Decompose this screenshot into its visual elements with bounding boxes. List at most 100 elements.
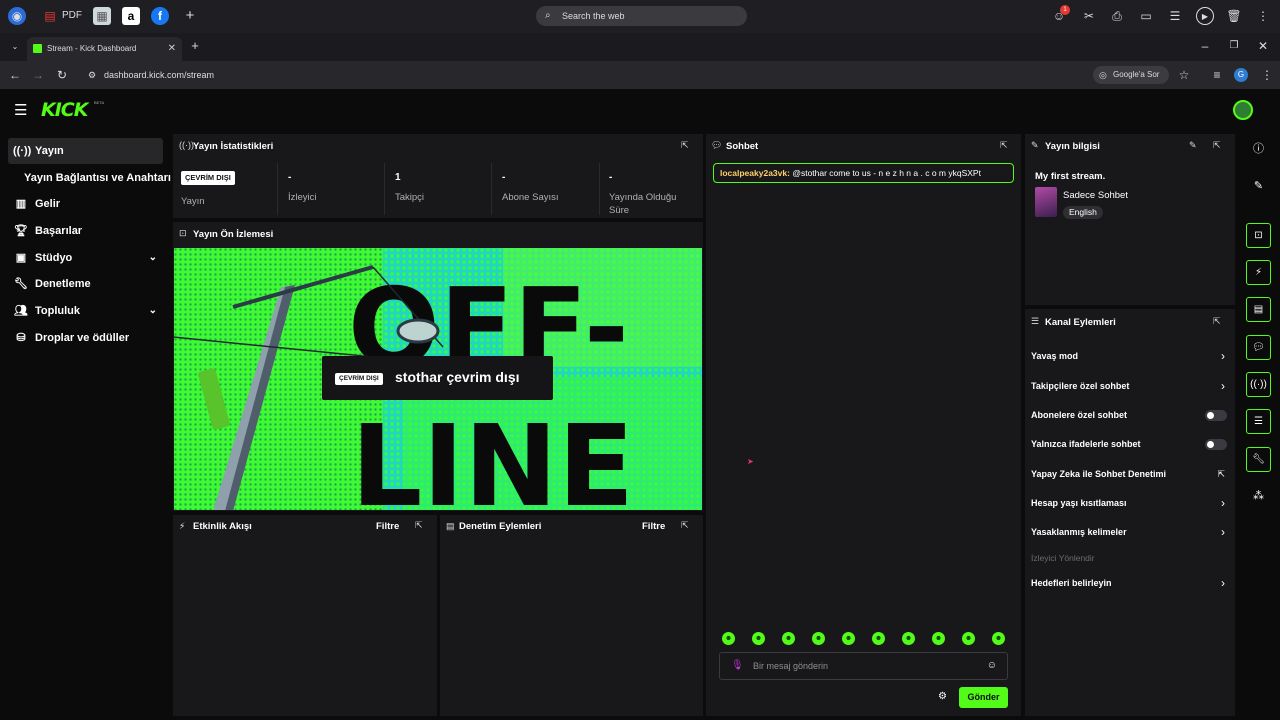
user-avatar[interactable] xyxy=(1233,100,1253,120)
url-field[interactable]: dashboard.kick.com/stream xyxy=(104,61,214,89)
kick-logo[interactable]: KICK xyxy=(41,99,88,121)
send-button[interactable]: Gönder xyxy=(959,687,1008,708)
pdf-label[interactable]: PDF xyxy=(62,10,82,21)
account-age-row[interactable]: Hesap yaşı kısıtlaması › xyxy=(1031,493,1229,513)
microphone-icon[interactable]: 🎙︎ xyxy=(731,653,744,679)
edit-icon[interactable]: ✎ xyxy=(1189,140,1197,151)
popout-icon[interactable]: ⇱ xyxy=(1213,140,1221,151)
emote-icon[interactable]: ☻ xyxy=(752,632,765,645)
banned-words-row[interactable]: Yasaklanmış kelimeler › xyxy=(1031,522,1229,542)
wrench-icon: 🔧︎ xyxy=(14,278,28,290)
sidebar-item-stream-key[interactable]: Yayın Bağlantısı ve Anahtarı xyxy=(8,165,178,191)
hamburger-menu-icon[interactable]: ☰ xyxy=(14,101,27,119)
notes-icon[interactable]: ☰ xyxy=(1166,7,1184,25)
sidebar-item-label: Stüdyo xyxy=(35,252,73,264)
facebook-icon[interactable]: f xyxy=(151,7,169,25)
language-tag: English xyxy=(1063,206,1103,219)
window-icon[interactable]: ▦ xyxy=(93,7,111,25)
screen-record-icon[interactable]: ▭ xyxy=(1137,7,1155,25)
plus-icon[interactable]: + xyxy=(181,7,199,25)
tools-widget-icon[interactable]: 🔧︎ xyxy=(1246,447,1271,472)
ai-moderation-row[interactable]: Yapay Zeka ile Sohbet Denetimi ⇱ xyxy=(1031,464,1229,484)
app-circle-icon[interactable]: ◉ xyxy=(8,7,26,25)
print-icon[interactable]: ⎙ xyxy=(1108,7,1126,25)
chevron-right-icon: › xyxy=(1221,379,1225,393)
ask-google-button[interactable]: ◎ Google'a Sor xyxy=(1093,66,1169,84)
minimize-icon[interactable]: – xyxy=(1196,37,1214,55)
popout-icon[interactable]: ⇱ xyxy=(1213,316,1221,327)
activity-widget-icon[interactable]: ⚡︎ xyxy=(1246,260,1271,285)
sidebar-item-yayin[interactable]: ((·)) Yayın xyxy=(8,138,163,164)
sidebar-item-basarilar[interactable]: 🏆︎ Başarılar xyxy=(8,218,163,244)
moderation-widget-icon[interactable]: ▤ xyxy=(1246,297,1271,322)
site-settings-icon[interactable]: ⚙ xyxy=(83,66,101,84)
chat-widget-icon[interactable]: 💬︎ xyxy=(1246,335,1271,360)
viewers-label: İzleyici xyxy=(288,192,317,203)
tab-list-icon[interactable]: ⌄ xyxy=(6,38,24,56)
category-name[interactable]: Sadece Sohbet xyxy=(1063,190,1128,201)
popout-icon[interactable]: ⇱ xyxy=(1000,140,1008,151)
browser-menu-icon[interactable]: ⋮ xyxy=(1258,66,1276,84)
emoji-icon[interactable]: ☺ xyxy=(987,653,997,679)
maximize-icon[interactable]: ❐ xyxy=(1225,37,1243,55)
tab-close-icon[interactable]: ✕ xyxy=(168,37,176,61)
play-icon[interactable]: ▶ xyxy=(1196,7,1214,25)
chat-message[interactable]: localpeaky2a3vk: @stothar come to us - n… xyxy=(713,163,1014,183)
sidebar-item-label: Topluluk xyxy=(35,305,81,317)
sidebar-item-studyo[interactable]: ▣ Stüdyo ⌄ xyxy=(8,245,163,271)
emote-icon[interactable]: ☻ xyxy=(722,632,735,645)
more-widgets-icon[interactable]: ⁂ xyxy=(1246,484,1271,509)
pencil-icon[interactable]: ✎ xyxy=(1246,174,1271,199)
sidebar-item-gelir[interactable]: ▥ Gelir xyxy=(8,191,163,217)
stats-widget-icon[interactable]: ((·)) xyxy=(1246,372,1271,397)
chat-message-user[interactable]: localpeaky2a3vk: xyxy=(720,168,790,178)
emote-icon[interactable]: ☻ xyxy=(992,632,1005,645)
chat-settings-icon[interactable]: ⚙ xyxy=(938,691,947,702)
popout-icon[interactable]: ⇱ xyxy=(681,140,689,151)
emote-icon[interactable]: ☻ xyxy=(872,632,885,645)
chat-panel xyxy=(706,134,1021,716)
emote-icon[interactable]: ☻ xyxy=(842,632,855,645)
preview-widget-icon[interactable]: ⊡ xyxy=(1246,223,1271,248)
activity-filter-button[interactable]: Filtre xyxy=(376,521,399,532)
emote-only-toggle[interactable] xyxy=(1205,439,1227,450)
slow-mode-row[interactable]: Yavaş mod › xyxy=(1031,346,1229,366)
sidebar-item-label: Denetleme xyxy=(35,278,91,290)
amazon-icon[interactable]: a xyxy=(122,7,140,25)
sidebar-item-denetleme[interactable]: 🔧︎ Denetleme xyxy=(8,271,163,297)
web-search-input[interactable]: ⌕ Search the web xyxy=(536,6,747,26)
new-tab-icon[interactable]: + xyxy=(186,37,204,55)
menu-dots-icon[interactable]: ⋮ xyxy=(1254,7,1272,25)
browser-tab-active[interactable]: Stream - Kick Dashboard ✕ xyxy=(27,37,182,61)
back-icon[interactable]: ← xyxy=(6,66,24,84)
popout-icon[interactable]: ⇱ xyxy=(415,520,423,531)
info-icon[interactable]: ⓘ xyxy=(1246,137,1271,162)
edit-pencil-icon: ✎ xyxy=(1031,140,1039,150)
trash-icon[interactable]: 🗑 xyxy=(1225,7,1243,25)
pdf-icon[interactable]: ▤ xyxy=(41,7,59,25)
emote-icon[interactable]: ☻ xyxy=(812,632,825,645)
followers-only-row[interactable]: Takipçilere özel sohbet › xyxy=(1031,376,1229,396)
popout-icon[interactable]: ⇱ xyxy=(681,520,689,531)
chat-message-input[interactable]: 🎙︎ Bir mesaj gönderin ☺ xyxy=(719,652,1008,680)
profile-avatar[interactable]: G xyxy=(1234,68,1248,82)
channel-actions-widget-icon[interactable]: ☰ xyxy=(1246,409,1271,434)
set-goals-row[interactable]: Hedefleri belirleyin › xyxy=(1031,573,1229,593)
sidebar-item-droplar[interactable]: ⛁ Droplar ve ödüller xyxy=(8,325,163,351)
forward-icon[interactable]: → xyxy=(29,66,47,84)
subscribers-only-toggle[interactable] xyxy=(1205,410,1227,421)
close-window-icon[interactable]: ✕ xyxy=(1254,37,1272,55)
sidebar-item-topluluk[interactable]: 👥︎ Topluluk ⌄ xyxy=(8,298,163,324)
app-header xyxy=(0,89,1280,132)
bookmark-star-icon[interactable]: ☆ xyxy=(1175,66,1193,84)
scissors-icon[interactable]: ✂ xyxy=(1080,7,1098,25)
emote-icon[interactable]: ☻ xyxy=(962,632,975,645)
channel-actions-icon: ☰ xyxy=(1031,316,1040,326)
emote-icon[interactable]: ☻ xyxy=(932,632,945,645)
emote-icon[interactable]: ☻ xyxy=(782,632,795,645)
subscribers-value: - xyxy=(502,172,506,183)
emote-icon[interactable]: ☻ xyxy=(902,632,915,645)
playlist-icon[interactable]: ≡ xyxy=(1208,66,1226,84)
reload-icon[interactable]: ↻ xyxy=(53,66,71,84)
moderation-filter-button[interactable]: Filtre xyxy=(642,521,665,532)
